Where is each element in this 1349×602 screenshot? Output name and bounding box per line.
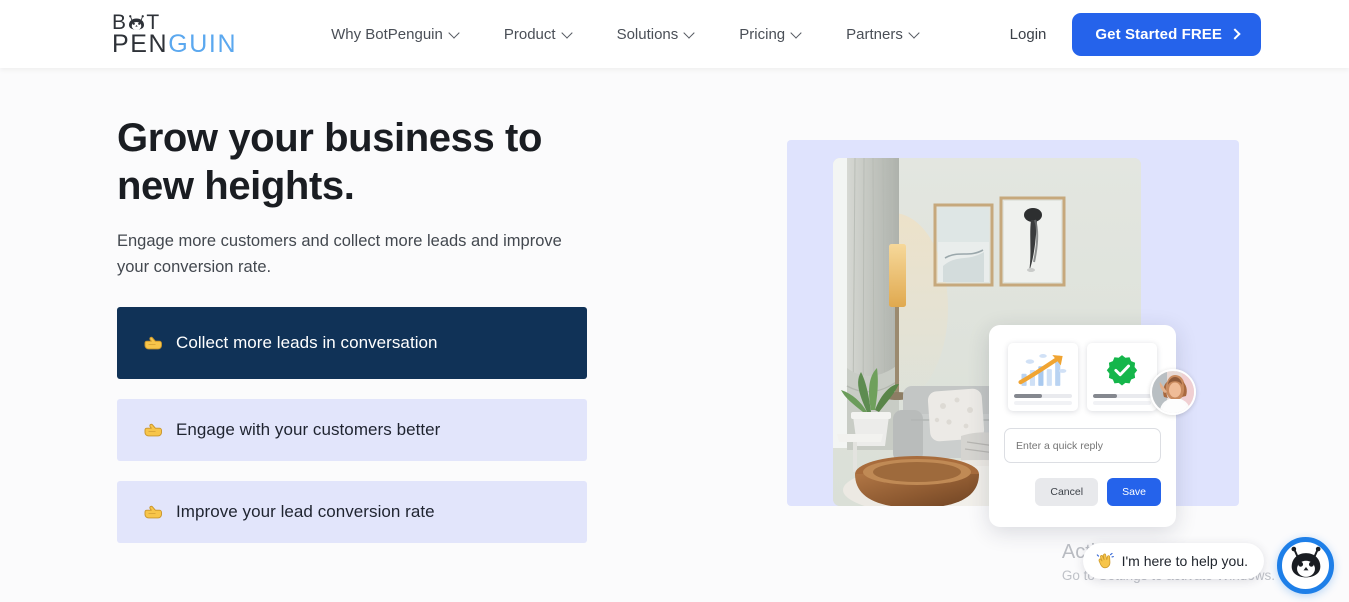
mini-progress-bar-secondary xyxy=(1093,401,1151,405)
mini-progress-bar-secondary xyxy=(1014,401,1072,405)
nav-item-pricing[interactable]: Pricing xyxy=(717,26,824,43)
save-button[interactable]: Save xyxy=(1107,478,1161,506)
feature-label: Engage with your customers better xyxy=(176,420,441,439)
waving-hand-icon xyxy=(1096,552,1114,570)
chevron-down-icon xyxy=(910,28,920,38)
nav-label: Pricing xyxy=(739,25,786,43)
site-header: B T PEN GUIN Why BotPenguin Product Solu… xyxy=(0,0,1349,68)
pointing-right-hand-icon xyxy=(143,422,164,439)
mini-card-verified[interactable] xyxy=(1087,343,1157,411)
nav-item-why-botpenguin[interactable]: Why BotPenguin xyxy=(309,26,482,43)
login-link[interactable]: Login xyxy=(1006,20,1051,49)
nav-item-partners[interactable]: Partners xyxy=(824,26,942,43)
header-actions: Login Get Started FREE xyxy=(1006,12,1349,56)
green-verified-check-icon xyxy=(1093,349,1151,391)
growth-chart-icon xyxy=(1014,349,1072,391)
chat-greeting-text: I'm here to help you. xyxy=(1121,553,1248,569)
card-action-row: Cancel Save xyxy=(1004,478,1161,506)
bot-penguin-avatar-icon xyxy=(1288,546,1324,585)
feature-label: Collect more leads in conversation xyxy=(176,333,438,352)
chevron-right-icon xyxy=(1231,30,1240,39)
chevron-down-icon xyxy=(792,28,802,38)
nav-label: Solutions xyxy=(616,25,679,43)
nav-label: Why BotPenguin xyxy=(331,25,443,43)
chevron-down-icon xyxy=(685,28,695,38)
chevron-down-icon xyxy=(563,28,573,38)
hero-copy: Grow your business to new heights. Engag… xyxy=(117,68,587,602)
hero-title-line-1: Grow your business to xyxy=(117,116,542,160)
page-title: Grow your business to new heights. xyxy=(117,114,587,210)
mini-progress-fill xyxy=(1014,394,1042,398)
feature-label: Improve your lead conversion rate xyxy=(176,502,435,521)
logo-letter-t: T xyxy=(146,10,161,34)
logo-text-guin: GUIN xyxy=(168,29,238,58)
feature-card-improve-conversion[interactable]: Improve your lead conversion rate xyxy=(117,481,587,543)
cta-label: Get Started FREE xyxy=(1095,25,1222,43)
nav-label: Partners xyxy=(846,25,903,43)
feature-accordion: Collect more leads in conversation Engag… xyxy=(117,307,587,543)
chevron-down-icon xyxy=(450,28,460,38)
quick-reply-input[interactable] xyxy=(1004,428,1161,463)
nav-item-product[interactable]: Product xyxy=(482,26,595,43)
chat-launcher-button[interactable] xyxy=(1277,537,1334,594)
brand-logo[interactable]: B T PEN GUIN xyxy=(112,10,238,58)
nav-item-solutions[interactable]: Solutions xyxy=(595,26,718,43)
hero-title-line-2: new heights. xyxy=(117,164,355,208)
quick-reply-card: Cancel Save xyxy=(989,325,1196,527)
chat-greeting-bubble[interactable]: I'm here to help you. xyxy=(1082,543,1264,579)
hero-section: Grow your business to new heights. Engag… xyxy=(0,68,1349,602)
avatar xyxy=(1150,369,1196,415)
nav-label: Product xyxy=(503,25,556,43)
main-navigation: Why BotPenguin Product Solutions Pricing… xyxy=(309,26,942,43)
mini-progress-fill xyxy=(1093,394,1118,398)
logo-text-pen: PEN xyxy=(112,29,169,58)
logo-line-penguin: PEN GUIN xyxy=(112,29,238,58)
mini-progress-bar xyxy=(1014,394,1072,398)
pointing-right-hand-icon xyxy=(143,504,164,521)
mini-card-growth-chart[interactable] xyxy=(1008,343,1078,411)
logo-line-bot: B T xyxy=(112,10,237,34)
hero-preview: Cancel Save xyxy=(787,140,1239,527)
mini-card-row xyxy=(1004,343,1196,415)
mini-progress-bar xyxy=(1093,394,1151,398)
pointing-right-hand-icon xyxy=(143,335,164,352)
hero-subtitle: Engage more customers and collect more l… xyxy=(117,232,562,276)
penguin-icon xyxy=(128,14,145,30)
get-started-free-button[interactable]: Get Started FREE xyxy=(1072,12,1261,56)
feature-card-collect-leads[interactable]: Collect more leads in conversation xyxy=(117,307,587,379)
feature-card-engage-customers[interactable]: Engage with your customers better xyxy=(117,399,587,461)
logo-letter-b: B xyxy=(112,10,128,34)
cancel-button[interactable]: Cancel xyxy=(1035,478,1099,506)
